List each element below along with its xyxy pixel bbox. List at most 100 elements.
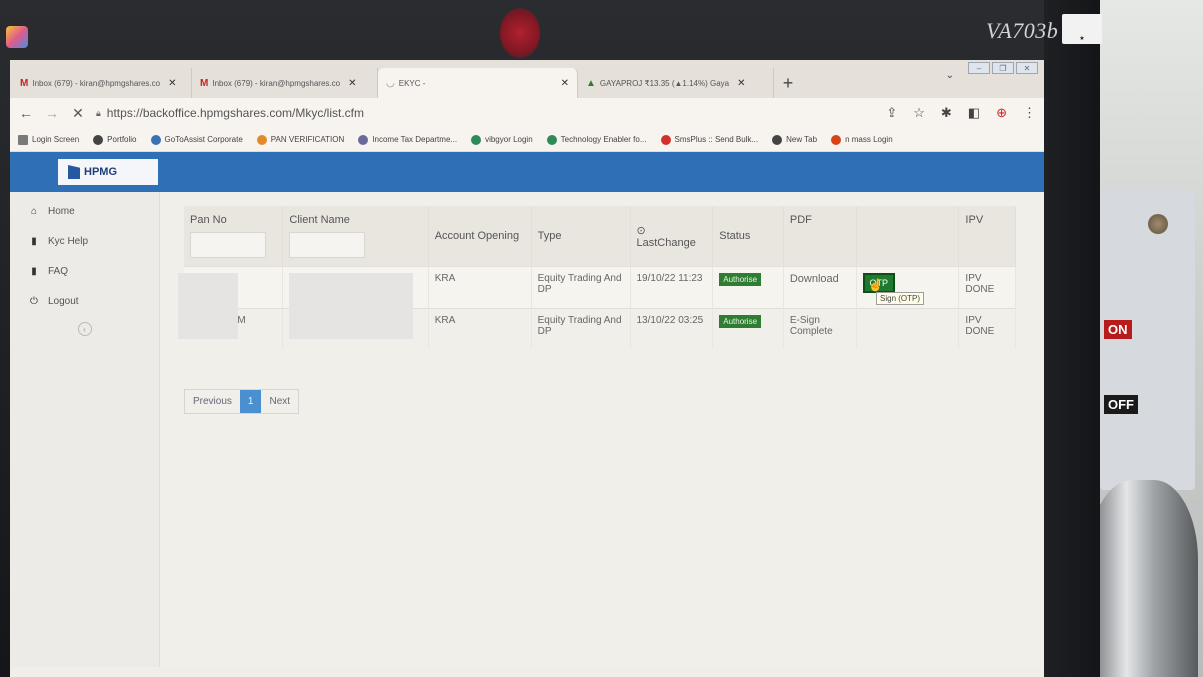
sidebar: ⌂ Home ▮ Kyc Help ▮ FAQ ⏻ Logout ‹ [10, 192, 160, 667]
forward-icon[interactable]: → [44, 105, 60, 121]
red-mark [500, 8, 540, 58]
screen: M Inbox (679) - kiran@hpmgshares.co ✕ M … [10, 60, 1044, 677]
main-content: Pan No Client Name Account Opening Type … [160, 192, 1044, 667]
sidebar-collapse-button[interactable]: ‹ [77, 322, 92, 336]
tab-label: Inbox (679) - kiran@hpmgshares.co [212, 78, 341, 88]
address-bar: ← → ✕ 🔒︎ https://backoffice.hpmgshares.c… [10, 98, 1044, 128]
bookmark-gotoassist[interactable]: GoToAssist Corporate [150, 134, 243, 145]
globe-icon [93, 134, 104, 145]
extension-red-icon[interactable]: ⊕ [996, 105, 1007, 121]
header-status[interactable]: Status [712, 206, 784, 267]
toolbar-icons: ⇪ ☆ ✱ ◧ ⊕ ⋮ [886, 105, 1036, 121]
back-icon[interactable]: ← [18, 105, 34, 121]
status-badge: Authorise [719, 273, 762, 286]
switch-panel [1100, 190, 1195, 490]
previous-page-button[interactable]: Previous [185, 390, 240, 413]
stop-icon[interactable]: ✕ [70, 105, 86, 122]
maximize-button[interactable]: ❐ [992, 62, 1014, 74]
kyc-table: Pan No Client Name Account Opening Type … [178, 206, 1016, 349]
bookmark-new-tab[interactable]: New Tab [772, 134, 817, 145]
header-last-change[interactable]: ⊙ LastChange [630, 206, 714, 267]
header-ipv[interactable]: IPV [958, 206, 1016, 267]
window-controls: – ❐ ✕ [968, 62, 1038, 74]
status-cell: Authorise [712, 266, 784, 309]
bookmark-icon [358, 134, 369, 145]
close-icon[interactable]: ✕ [168, 78, 176, 89]
minimize-button[interactable]: – [968, 62, 990, 74]
hpmg-logo[interactable]: HPMG [58, 159, 158, 185]
client-cell [282, 266, 429, 339]
browser-tabbar: M Inbox (679) - kiran@hpmgshares.co ✕ M … [10, 60, 1044, 98]
bookmark-icon [471, 134, 482, 145]
sidebar-item-kyc-help[interactable]: ▮ Kyc Help [10, 226, 159, 256]
sidebar-item-faq[interactable]: ▮ FAQ [10, 256, 159, 286]
sidebar-item-home[interactable]: ⌂ Home [10, 196, 159, 226]
desktop-icon [6, 26, 28, 48]
redacted-client-name [289, 273, 414, 339]
header-action [856, 206, 960, 267]
url-field[interactable]: 🔒︎ https://backoffice.hpmgshares.com/Mky… [96, 106, 876, 120]
extensions-icon[interactable]: ✱ [941, 105, 952, 121]
loading-icon: ◡ [386, 77, 395, 89]
header-pan-no: Pan No [184, 206, 284, 267]
bookmark-vibgyor[interactable]: vibgyor Login [471, 134, 533, 145]
tab-ekyc[interactable]: ◡ EKYC - ✕ [378, 68, 578, 98]
bookmark-login-screen[interactable]: Login Screen [18, 134, 79, 145]
tab-inbox-2[interactable]: M Inbox (679) - kiran@hpmgshares.co ✕ [192, 68, 378, 98]
redacted-pan [178, 273, 238, 339]
download-link[interactable]: Download [790, 273, 839, 285]
switch-on-label: ON [1104, 320, 1132, 339]
bookmarks-bar: Login Screen Portfolio GoToAssist Corpor… [10, 128, 1044, 152]
share-icon[interactable]: ⇪ [886, 105, 897, 121]
action-cell [856, 308, 960, 349]
pan-filter-input[interactable] [190, 232, 266, 258]
play-icon [660, 134, 671, 145]
next-page-button[interactable]: Next [261, 390, 298, 413]
power-icon: ⏻ [30, 295, 38, 307]
pan-cell [178, 266, 284, 339]
app-header: HPMG [10, 152, 1044, 192]
bookmark-smsplus[interactable]: SmsPlus :: Send Bulk... [660, 134, 758, 145]
sidebar-icon[interactable]: ◧ [968, 105, 980, 121]
url-text: https://backoffice.hpmgshares.com/Mkyc/l… [106, 106, 364, 120]
bookmark-income-tax[interactable]: Income Tax Departme... [358, 134, 457, 145]
tab-gayaproj[interactable]: ▲ GAYAPROJ ₹13.35 (▲1.14%) Gaya ✕ [578, 68, 774, 98]
book-icon: ▮ [31, 265, 37, 277]
current-page-button[interactable]: 1 [239, 389, 262, 413]
new-tab-button[interactable]: + [774, 68, 802, 98]
bookmark-icon [150, 134, 161, 145]
close-icon[interactable]: ✕ [561, 78, 569, 89]
switch-off-label: OFF [1104, 395, 1138, 414]
ipv-cell: IPV DONE [958, 266, 1016, 309]
lock-icon: 🔒︎ [96, 107, 101, 118]
globe-icon [772, 134, 783, 145]
chevron-down-icon[interactable]: ⌄ [946, 70, 954, 81]
bookmark-n-mass-login[interactable]: n mass Login [831, 134, 893, 145]
menu-icon[interactable]: ⋮ [1023, 105, 1036, 121]
tab-label: GAYAPROJ ₹13.35 (▲1.14%) Gaya [599, 78, 730, 88]
pdf-cell: E-Sign Complete [783, 308, 857, 349]
book-icon: ▮ [31, 235, 37, 247]
sidebar-item-logout[interactable]: ⏻ Logout [10, 286, 159, 316]
steel-bottle [1088, 480, 1198, 677]
close-icon[interactable]: ✕ [737, 78, 745, 89]
energy-star-logo: ★ [1062, 14, 1102, 44]
close-window-button[interactable]: ✕ [1016, 62, 1038, 74]
tab-inbox-1[interactable]: M Inbox (679) - kiran@hpmgshares.co ✕ [12, 68, 192, 98]
last-change-cell: 13/10/22 03:25 [630, 308, 714, 349]
bookmark-pan-verification[interactable]: PAN VERIFICATION [256, 134, 344, 145]
bookmark-portfolio[interactable]: Portfolio [93, 134, 137, 145]
bookmark-technology-enabler[interactable]: Technology Enabler fo... [546, 134, 647, 145]
header-type[interactable]: Type [531, 206, 631, 267]
type-cell: Equity Trading And DP [531, 266, 631, 309]
stock-icon: ▲ [586, 77, 596, 89]
close-icon[interactable]: ✕ [348, 78, 356, 89]
header-pdf[interactable]: PDF [783, 206, 857, 267]
star-icon[interactable]: ☆ [913, 105, 925, 121]
client-filter-input[interactable] [289, 232, 366, 258]
pdf-cell: Download [783, 266, 857, 309]
ipv-cell: IPV DONE [958, 308, 1016, 349]
photo-stage: ON OFF VA703b ★ M Inbox (679) - kiran@hp… [0, 0, 1203, 677]
status-cell: Authorise [712, 308, 784, 349]
header-account-opening[interactable]: Account Opening [428, 206, 532, 267]
